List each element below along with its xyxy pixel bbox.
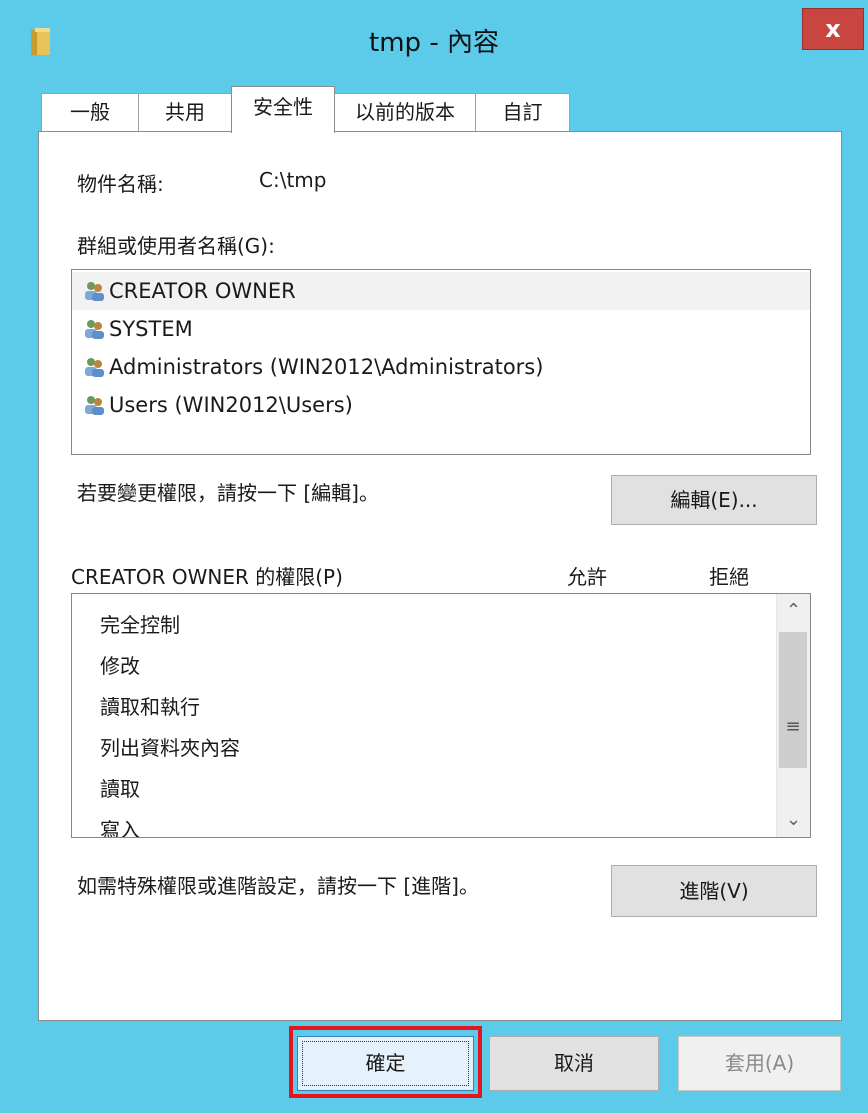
principal-name: CREATOR OWNER [109, 279, 296, 303]
list-item[interactable]: Users (WIN2012\Users) [72, 386, 810, 424]
tab-customize[interactable]: 自訂 [475, 93, 570, 131]
tab-general[interactable]: 一般 [41, 93, 139, 131]
advanced-hint: 如需特殊權限或進階設定，請按一下 [進階]。 [77, 874, 479, 898]
list-item: 完全控制 [100, 613, 180, 637]
scroll-down-icon[interactable]: ⌄ [777, 803, 810, 837]
grip-icon: ≡ [785, 716, 801, 737]
permissions-list[interactable]: 完全控制 修改 讀取和執行 列出資料夾內容 讀取 寫入 ⌃ ≡ ⌄ [71, 593, 811, 838]
security-panel: 物件名稱: C:\tmp 群組或使用者名稱(G): CREATOR OWNER … [38, 131, 842, 1021]
tab-sharing[interactable]: 共用 [138, 93, 232, 131]
list-item: 修改 [100, 654, 140, 678]
window-title: tmp - 內容 [369, 28, 499, 58]
principal-name: Administrators (WIN2012\Administrators) [109, 355, 544, 379]
close-button[interactable]: x [802, 8, 864, 50]
principals-list[interactable]: CREATOR OWNER SYSTEM Administrators (WIN… [71, 269, 811, 455]
users-group-icon [85, 396, 104, 415]
apply-button[interactable]: 套用(A) [678, 1036, 841, 1091]
list-item: 讀取和執行 [100, 695, 200, 719]
principal-name: SYSTEM [109, 317, 193, 341]
list-item: 列出資料夾內容 [100, 736, 240, 760]
list-item[interactable]: CREATOR OWNER [72, 272, 810, 310]
advanced-button[interactable]: 進階(V) [611, 865, 817, 917]
list-item: 寫入 [100, 818, 140, 838]
deny-header: 拒絕 [709, 565, 749, 589]
scroll-up-icon[interactable]: ⌃ [777, 594, 810, 628]
highlight-box [289, 1026, 482, 1098]
permissions-title: CREATOR OWNER 的權限(P) [71, 565, 343, 589]
list-item: 讀取 [100, 777, 140, 801]
principal-name: Users (WIN2012\Users) [109, 393, 353, 417]
edit-hint: 若要變更權限，請按一下 [編輯]。 [77, 481, 379, 505]
permissions-scrollbar[interactable]: ⌃ ≡ ⌄ [776, 594, 810, 837]
cancel-button[interactable]: 取消 [489, 1036, 659, 1091]
tab-previous-versions[interactable]: 以前的版本 [334, 93, 476, 131]
title-bar[interactable]: tmp - 內容 x [0, 0, 868, 80]
edit-button[interactable]: 編輯(E)... [611, 475, 817, 525]
object-name-label: 物件名稱: [77, 172, 164, 196]
groups-label: 群組或使用者名稱(G): [77, 234, 275, 258]
list-item[interactable]: SYSTEM [72, 310, 810, 348]
properties-window: tmp - 內容 x 一般 共用 安全性 以前的版本 自訂 物件名稱: C:\t… [0, 0, 868, 1113]
scrollbar-thumb[interactable]: ≡ [779, 632, 807, 768]
tab-security[interactable]: 安全性 [231, 86, 335, 133]
allow-header: 允許 [567, 565, 607, 589]
list-item[interactable]: Administrators (WIN2012\Administrators) [72, 348, 810, 386]
object-name-value: C:\tmp [259, 168, 327, 192]
users-group-icon [85, 282, 104, 301]
users-group-icon [85, 358, 104, 377]
users-group-icon [85, 320, 104, 339]
